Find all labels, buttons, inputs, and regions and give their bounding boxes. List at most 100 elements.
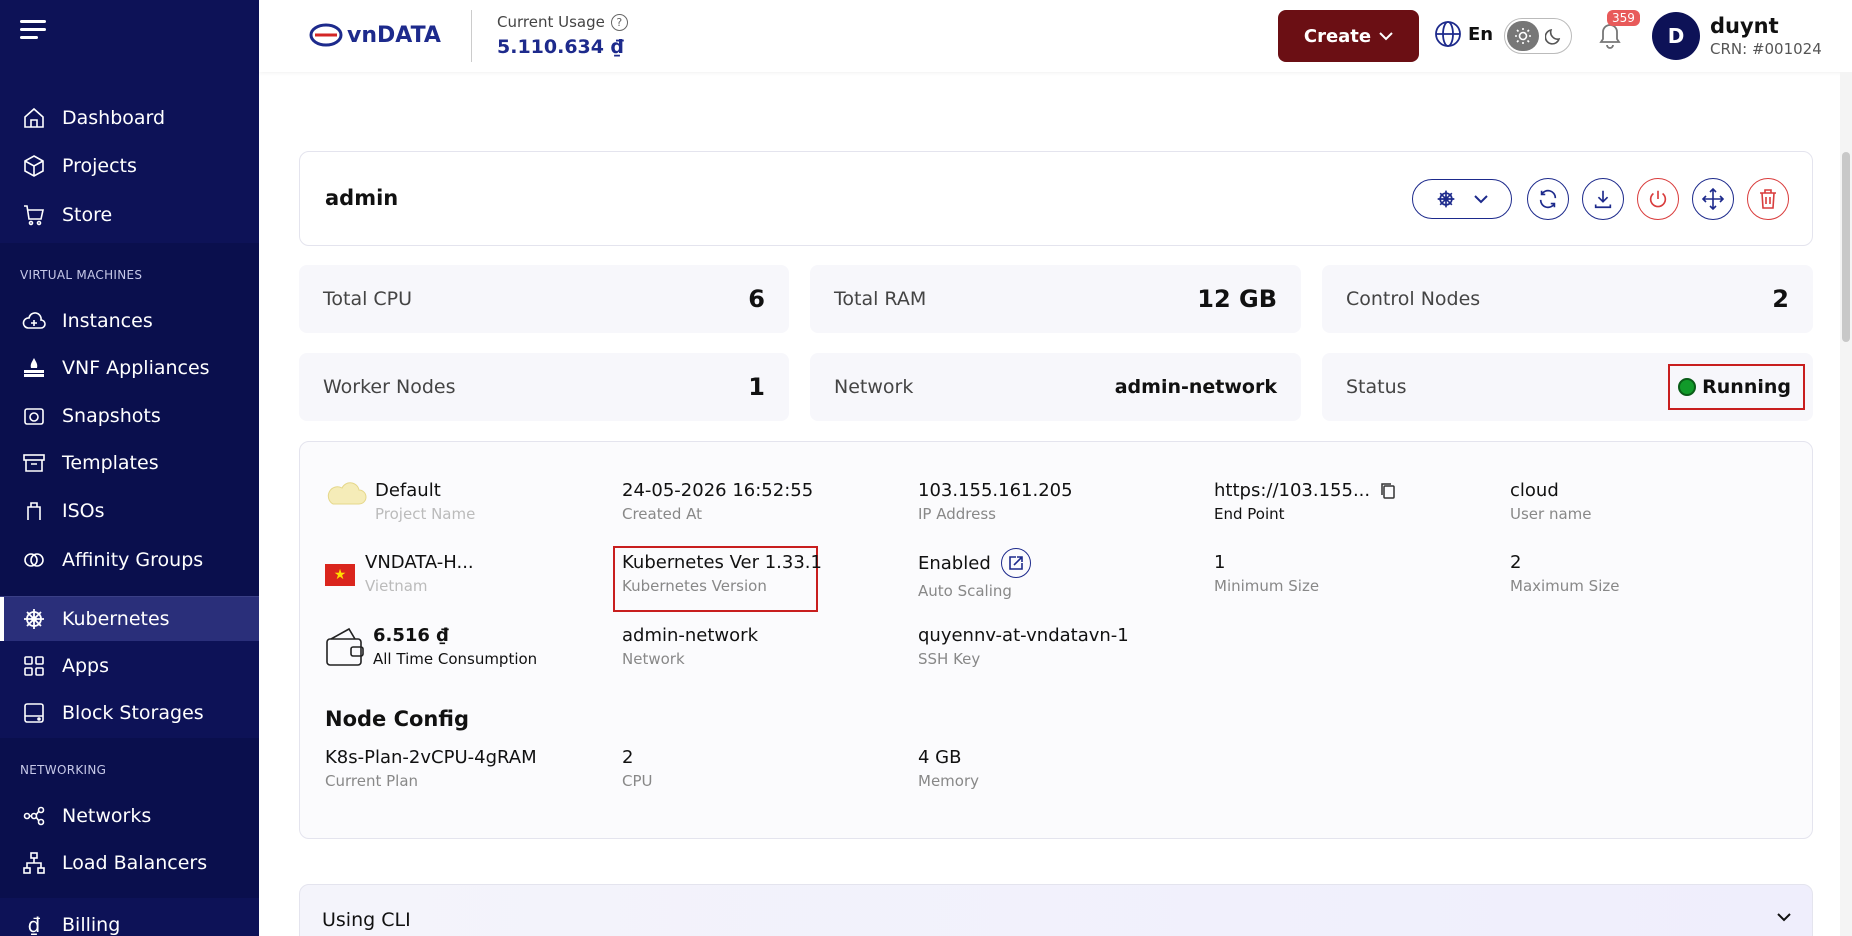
- divider: [471, 10, 472, 62]
- node-config-title: Node Config: [325, 707, 469, 731]
- node-cpu-label: CPU: [622, 772, 653, 790]
- zone-label: Vietnam: [365, 577, 428, 595]
- scrollbar-thumb[interactable]: [1842, 152, 1850, 342]
- stat-label: Status: [1346, 376, 1407, 398]
- ssh-key-value: quyennv-at-vndatavn-1: [918, 625, 1129, 646]
- loadbalancer-icon: [20, 849, 48, 877]
- kubernetes-actions-dropdown[interactable]: [1412, 179, 1512, 219]
- menu-toggle-icon[interactable]: [20, 20, 46, 40]
- sidebar-item-billing[interactable]: ₫ Billing: [0, 902, 259, 936]
- sidebar-item-load-balancers[interactable]: Load Balancers: [0, 840, 259, 886]
- sidebar-item-isos[interactable]: ISOs: [0, 488, 259, 534]
- username-field: cloud User name: [1510, 480, 1592, 523]
- min-size-label: Minimum Size: [1214, 577, 1320, 595]
- refresh-icon: [1539, 189, 1557, 209]
- avatar[interactable]: D: [1652, 12, 1700, 60]
- brand-logo[interactable]: vnDATA: [309, 22, 441, 48]
- stat-value: admin-network: [1114, 376, 1277, 398]
- sidebar-item-label: Templates: [62, 452, 159, 474]
- copy-icon[interactable]: [1380, 482, 1396, 500]
- sidebar-item-kubernetes[interactable]: Kubernetes: [0, 597, 259, 641]
- using-cli-accordion[interactable]: Using CLI: [299, 884, 1813, 936]
- affinity-icon: [20, 546, 48, 574]
- consumption-label: All Time Consumption: [373, 650, 538, 668]
- usage-label-text: Current Usage: [497, 13, 605, 31]
- ssh-key-field: quyennv-at-vndatavn-1 SSH Key: [918, 625, 1129, 668]
- sidebar-item-label: Affinity Groups: [62, 549, 204, 571]
- sidebar-item-networks[interactable]: Networks: [0, 793, 259, 839]
- sidebar-item-affinity-groups[interactable]: Affinity Groups: [0, 537, 259, 583]
- stat-label: Total CPU: [323, 288, 413, 310]
- sidebar-item-label: Instances: [62, 310, 153, 332]
- home-icon: [20, 104, 48, 132]
- moon-icon: [1539, 27, 1569, 45]
- sidebar-item-block-storages[interactable]: Block Storages: [0, 690, 259, 736]
- page-title: admin: [325, 186, 399, 210]
- sidebar-item-store[interactable]: Store: [0, 192, 259, 238]
- sidebar-item-projects[interactable]: Projects: [0, 143, 259, 189]
- refresh-button[interactable]: [1527, 178, 1569, 220]
- create-button-label: Create: [1303, 25, 1372, 47]
- user-crn: CRN: #001024: [1710, 40, 1822, 58]
- stat-network: Network admin-network: [810, 353, 1301, 421]
- sidebar-item-dashboard[interactable]: Dashboard: [0, 95, 259, 141]
- power-button[interactable]: [1637, 178, 1679, 220]
- scrollbar-track[interactable]: [1840, 72, 1852, 936]
- cart-icon: [20, 201, 48, 229]
- logo-text: vnDATA: [347, 22, 441, 48]
- min-size-value: 1: [1214, 552, 1226, 573]
- sidebar-item-snapshots[interactable]: Snapshots: [0, 393, 259, 439]
- sidebar-item-apps[interactable]: Apps: [0, 643, 259, 689]
- firewall-icon: [20, 354, 48, 382]
- kubernetes-version-field: Kubernetes Ver 1.33.1 Kubernetes Version: [622, 552, 822, 595]
- cluster-details-card: Default Project Name 24-05-2026 16:52:55…: [299, 441, 1813, 839]
- consumption-value: 6.516 ₫: [373, 625, 449, 646]
- consumption-field: 6.516 ₫ All Time Consumption: [325, 625, 537, 669]
- archive-icon: [20, 449, 48, 477]
- ip-field: 103.155.161.205 IP Address: [918, 480, 1073, 523]
- external-edit-icon: [1008, 556, 1023, 570]
- power-icon: [1649, 190, 1667, 208]
- help-icon[interactable]: ?: [610, 13, 628, 31]
- edit-autoscaling-button[interactable]: [1000, 548, 1031, 578]
- user-name[interactable]: duynt: [1710, 14, 1779, 38]
- cloud-icon: [20, 307, 48, 335]
- billing-icon: ₫: [27, 913, 41, 936]
- username-value: cloud: [1510, 480, 1559, 501]
- max-size-label: Maximum Size: [1510, 577, 1620, 595]
- current-usage-label: Current Usage ?: [497, 13, 628, 31]
- scale-button[interactable]: [1692, 178, 1734, 220]
- ip-value: 103.155.161.205: [918, 480, 1073, 501]
- sidebar-item-label: Block Storages: [62, 702, 204, 724]
- zone-field: ★ VNDATA-H... Vietnam: [325, 552, 474, 595]
- theme-toggle[interactable]: [1504, 18, 1572, 54]
- kubernetes-version-value: Kubernetes Ver 1.33.1: [622, 552, 822, 573]
- vietnam-flag-icon: ★: [325, 564, 355, 586]
- sidebar-item-vnf-appliances[interactable]: VNF Appliances: [0, 345, 259, 391]
- sidebar-item-templates[interactable]: Templates: [0, 440, 259, 486]
- stat-value: 2: [1772, 285, 1789, 313]
- stat-status: Status Running: [1322, 353, 1813, 421]
- language-selector[interactable]: En: [1434, 20, 1493, 48]
- camera-icon: [20, 402, 48, 430]
- create-button[interactable]: Create: [1278, 10, 1419, 62]
- status-text: Running: [1702, 376, 1791, 398]
- sidebar-item-instances[interactable]: Instances: [0, 298, 259, 344]
- delete-button[interactable]: [1747, 178, 1789, 220]
- autoscaling-value: Enabled: [918, 552, 991, 574]
- chevron-down-icon[interactable]: [1776, 911, 1792, 923]
- network-icon: [20, 802, 48, 830]
- created-label: Created At: [622, 505, 703, 523]
- stat-label: Total RAM: [834, 288, 927, 310]
- ssh-key-label: SSH Key: [918, 650, 981, 668]
- cluster-header-card: admin: [299, 151, 1813, 246]
- download-icon: [1594, 190, 1612, 209]
- node-memory-field: 4 GB Memory: [918, 747, 979, 790]
- globe-icon: [1435, 21, 1461, 47]
- top-bar: vnDATA Current Usage ? 5.110.634 ₫ Creat…: [259, 0, 1852, 72]
- status-badge: Running: [1668, 364, 1805, 410]
- username-label: User name: [1510, 505, 1592, 523]
- sidebar-item-label: Projects: [62, 155, 137, 177]
- download-button[interactable]: [1582, 178, 1624, 220]
- stat-control-nodes: Control Nodes 2: [1322, 265, 1813, 333]
